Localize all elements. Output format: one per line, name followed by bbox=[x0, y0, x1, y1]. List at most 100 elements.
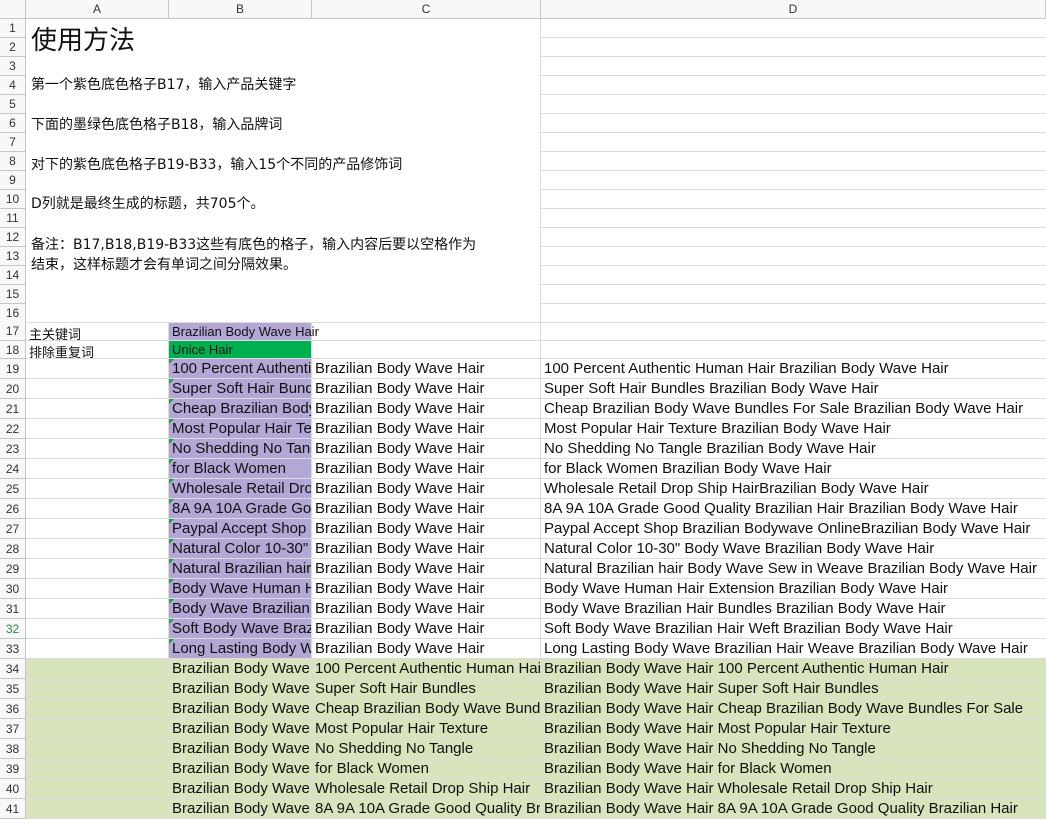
row-header-34[interactable]: 34 bbox=[0, 659, 26, 679]
cell-d32-title[interactable]: Soft Body Wave Brazilian Hair Weft Brazi… bbox=[544, 620, 1045, 637]
cell-b28-modifier[interactable]: Natural Color 10-30" Body Wave bbox=[172, 540, 311, 557]
cell-d29-title[interactable]: Natural Brazilian hair Body Wave Sew in … bbox=[544, 560, 1045, 577]
cell-d33-title[interactable]: Long Lasting Body Wave Brazilian Hair We… bbox=[544, 640, 1045, 657]
cell-d34-title[interactable]: Brazilian Body Wave Hair 100 Percent Aut… bbox=[544, 660, 1045, 677]
row-header-36[interactable]: 36 bbox=[0, 699, 26, 719]
cell-b41[interactable]: Brazilian Body Wave Hair bbox=[172, 800, 311, 817]
cell-c39[interactable]: for Black Women bbox=[315, 760, 540, 777]
row-header-19[interactable]: 19 bbox=[0, 359, 26, 379]
cell-d19-title[interactable]: 100 Percent Authentic Human Hair Brazili… bbox=[544, 360, 1045, 377]
cell-d25-title[interactable]: Wholesale Retail Drop Ship HairBrazilian… bbox=[544, 480, 1045, 497]
cell-d20-title[interactable]: Super Soft Hair Bundles Brazilian Body W… bbox=[544, 380, 1045, 397]
cell-c36[interactable]: Cheap Brazilian Body Wave Bundles For Sa… bbox=[315, 700, 540, 717]
cell-b23-modifier[interactable]: No Shedding No Tangle bbox=[172, 440, 311, 457]
cell-c22[interactable]: Brazilian Body Wave Hair bbox=[315, 420, 540, 437]
cell-b18-brand[interactable]: Unice Hair bbox=[172, 342, 312, 357]
cell-b26-modifier[interactable]: 8A 9A 10A Grade Good Quality Brazilian H… bbox=[172, 500, 311, 517]
row-header-39[interactable]: 39 bbox=[0, 759, 26, 779]
row-header-18[interactable]: 18 bbox=[0, 341, 26, 359]
cell-c32[interactable]: Brazilian Body Wave Hair bbox=[315, 620, 540, 637]
row-header-21[interactable]: 21 bbox=[0, 399, 26, 419]
row-header-7[interactable]: 7 bbox=[0, 133, 26, 152]
cell-b24-modifier[interactable]: for Black Women bbox=[172, 460, 311, 477]
row-header-1[interactable]: 1 bbox=[0, 19, 26, 38]
row-header-26[interactable]: 26 bbox=[0, 499, 26, 519]
cell-d24-title[interactable]: for Black Women Brazilian Body Wave Hair bbox=[544, 460, 1045, 477]
cell-c26[interactable]: Brazilian Body Wave Hair bbox=[315, 500, 540, 517]
cell-c28[interactable]: Brazilian Body Wave Hair bbox=[315, 540, 540, 557]
cell-c33[interactable]: Brazilian Body Wave Hair bbox=[315, 640, 540, 657]
row-header-3[interactable]: 3 bbox=[0, 57, 26, 76]
cell-c35[interactable]: Super Soft Hair Bundles bbox=[315, 680, 540, 697]
cell-c37[interactable]: Most Popular Hair Texture bbox=[315, 720, 540, 737]
cell-d23-title[interactable]: No Shedding No Tangle Brazilian Body Wav… bbox=[544, 440, 1045, 457]
row-header-30[interactable]: 30 bbox=[0, 579, 26, 599]
row-header-27[interactable]: 27 bbox=[0, 519, 26, 539]
cell-b27-modifier[interactable]: Paypal Accept Shop Brazilian Bodywave On… bbox=[172, 520, 311, 537]
cell-d40-title[interactable]: Brazilian Body Wave Hair Wholesale Retai… bbox=[544, 780, 1045, 797]
row-header-4[interactable]: 4 bbox=[0, 76, 26, 95]
cell-c20[interactable]: Brazilian Body Wave Hair bbox=[315, 380, 540, 397]
cell-c31[interactable]: Brazilian Body Wave Hair bbox=[315, 600, 540, 617]
row-header-38[interactable]: 38 bbox=[0, 739, 26, 759]
row-header-11[interactable]: 11 bbox=[0, 209, 26, 228]
row-header-37[interactable]: 37 bbox=[0, 719, 26, 739]
cell-b20-modifier[interactable]: Super Soft Hair Bundles bbox=[172, 380, 311, 397]
cell-b17-keyword[interactable]: Brazilian Body Wave Hair bbox=[172, 324, 319, 339]
cell-c34[interactable]: 100 Percent Authentic Human Hair bbox=[315, 660, 540, 677]
cell-b39[interactable]: Brazilian Body Wave Hair bbox=[172, 760, 311, 777]
row-header-35[interactable]: 35 bbox=[0, 679, 26, 699]
row-header-16[interactable]: 16 bbox=[0, 304, 26, 323]
row-header-20[interactable]: 20 bbox=[0, 379, 26, 399]
cell-c29[interactable]: Brazilian Body Wave Hair bbox=[315, 560, 540, 577]
cell-d35-title[interactable]: Brazilian Body Wave Hair Super Soft Hair… bbox=[544, 680, 1045, 697]
cell-d31-title[interactable]: Body Wave Brazilian Hair Bundles Brazili… bbox=[544, 600, 1045, 617]
cell-d27-title[interactable]: Paypal Accept Shop Brazilian Bodywave On… bbox=[544, 520, 1045, 537]
cell-b29-modifier[interactable]: Natural Brazilian hair Body Wave Sew in … bbox=[172, 560, 311, 577]
cell-d22-title[interactable]: Most Popular Hair Texture Brazilian Body… bbox=[544, 420, 1045, 437]
row-header-31[interactable]: 31 bbox=[0, 599, 26, 619]
row-header-6[interactable]: 6 bbox=[0, 114, 26, 133]
row-header-25[interactable]: 25 bbox=[0, 479, 26, 499]
cell-c41[interactable]: 8A 9A 10A Grade Good Quality Brazilian H… bbox=[315, 800, 540, 817]
row-header-9[interactable]: 9 bbox=[0, 171, 26, 190]
cell-b22-modifier[interactable]: Most Popular Hair Texture bbox=[172, 420, 311, 437]
row-header-32[interactable]: 32 bbox=[0, 619, 26, 639]
row-header-5[interactable]: 5 bbox=[0, 95, 26, 114]
cell-c27[interactable]: Brazilian Body Wave Hair bbox=[315, 520, 540, 537]
cell-b21-modifier[interactable]: Cheap Brazilian Body Wave Bundles For Sa… bbox=[172, 400, 311, 417]
row-header-23[interactable]: 23 bbox=[0, 439, 26, 459]
cell-b25-modifier[interactable]: Wholesale Retail Drop Ship Hair bbox=[172, 480, 311, 497]
cell-d21-title[interactable]: Cheap Brazilian Body Wave Bundles For Sa… bbox=[544, 400, 1045, 417]
cell-d36-title[interactable]: Brazilian Body Wave Hair Cheap Brazilian… bbox=[544, 700, 1045, 717]
cell-b32-modifier[interactable]: Soft Body Wave Brazilian Hair Weft bbox=[172, 620, 311, 637]
row-header-29[interactable]: 29 bbox=[0, 559, 26, 579]
row-header-10[interactable]: 10 bbox=[0, 190, 26, 209]
cell-d28-title[interactable]: Natural Color 10-30" Body Wave Brazilian… bbox=[544, 540, 1045, 557]
cell-b19-modifier[interactable]: 100 Percent Authentic Human Hair bbox=[172, 360, 311, 377]
cell-c23[interactable]: Brazilian Body Wave Hair bbox=[315, 440, 540, 457]
row-header-2[interactable]: 2 bbox=[0, 38, 26, 57]
cell-d37-title[interactable]: Brazilian Body Wave Hair Most Popular Ha… bbox=[544, 720, 1045, 737]
cell-c40[interactable]: Wholesale Retail Drop Ship Hair bbox=[315, 780, 540, 797]
cell-b40[interactable]: Brazilian Body Wave Hair bbox=[172, 780, 311, 797]
cell-d39-title[interactable]: Brazilian Body Wave Hair for Black Women bbox=[544, 760, 1045, 777]
cell-b34[interactable]: Brazilian Body Wave Hair bbox=[172, 660, 311, 677]
cell-c24[interactable]: Brazilian Body Wave Hair bbox=[315, 460, 540, 477]
cell-c38[interactable]: No Shedding No Tangle bbox=[315, 740, 540, 757]
cell-c30[interactable]: Brazilian Body Wave Hair bbox=[315, 580, 540, 597]
row-header-22[interactable]: 22 bbox=[0, 419, 26, 439]
row-header-8[interactable]: 8 bbox=[0, 152, 26, 171]
row-header-12[interactable]: 12 bbox=[0, 228, 26, 247]
row-header-13[interactable]: 13 bbox=[0, 247, 26, 266]
cell-b35[interactable]: Brazilian Body Wave Hair bbox=[172, 680, 311, 697]
cell-b31-modifier[interactable]: Body Wave Brazilian Hair Bundles bbox=[172, 600, 311, 617]
row-header-41[interactable]: 41 bbox=[0, 799, 26, 819]
row-header-33[interactable]: 33 bbox=[0, 639, 26, 659]
cell-c19[interactable]: Brazilian Body Wave Hair bbox=[315, 360, 540, 377]
cell-c21[interactable]: Brazilian Body Wave Hair bbox=[315, 400, 540, 417]
cell-d41-title[interactable]: Brazilian Body Wave Hair 8A 9A 10A Grade… bbox=[544, 800, 1045, 817]
cell-d30-title[interactable]: Body Wave Human Hair Extension Brazilian… bbox=[544, 580, 1045, 597]
row-header-15[interactable]: 15 bbox=[0, 285, 26, 304]
row-header-24[interactable]: 24 bbox=[0, 459, 26, 479]
